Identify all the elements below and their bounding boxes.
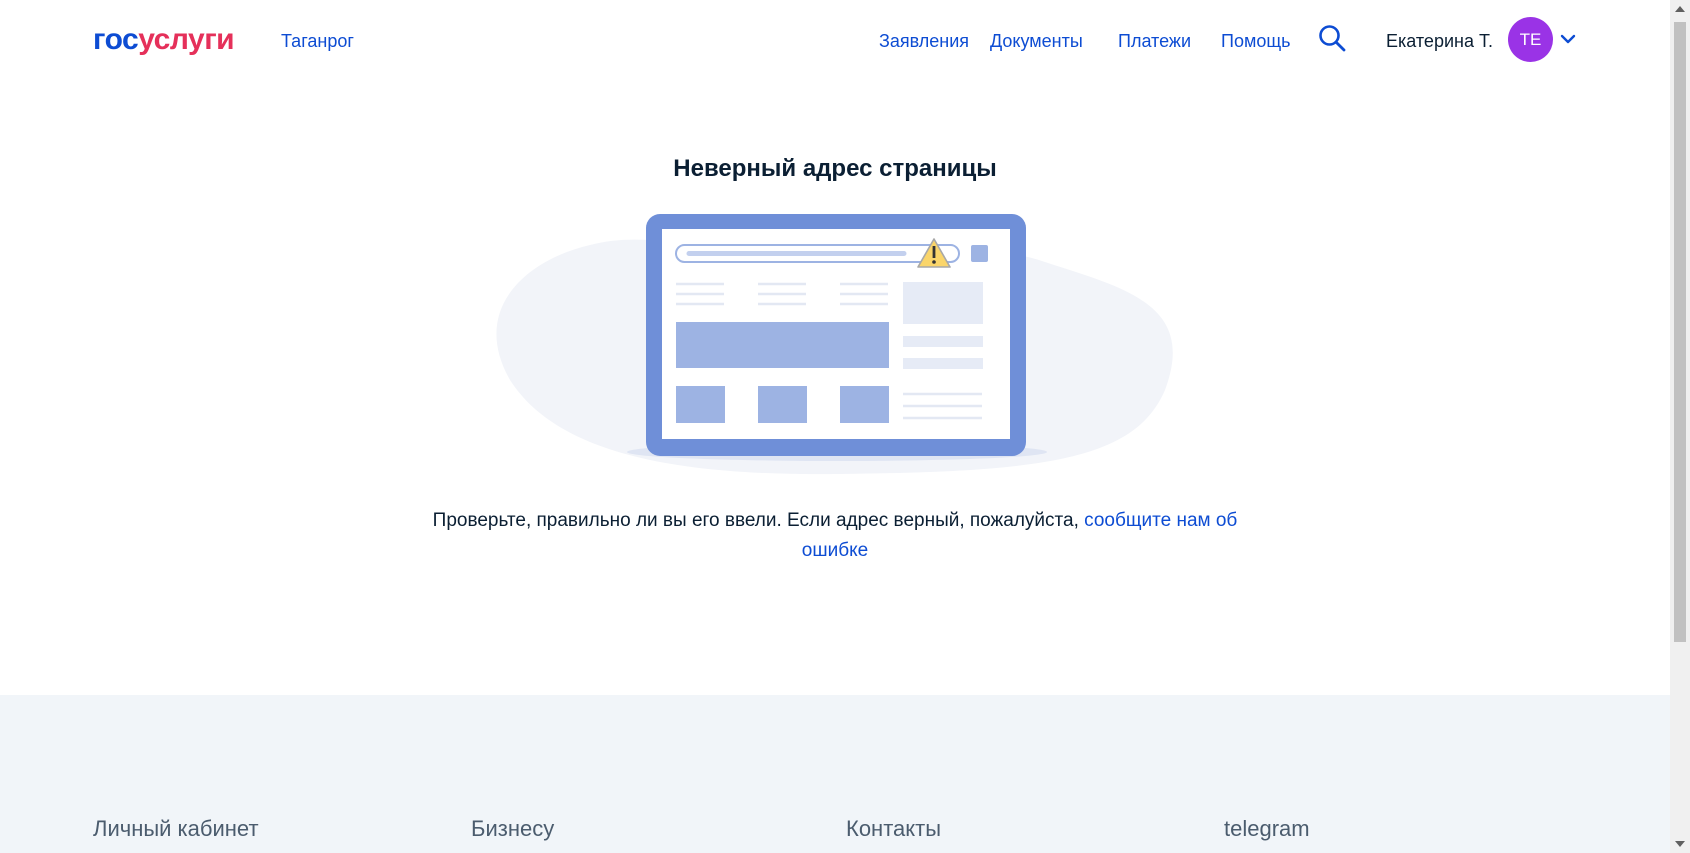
nav-documents[interactable]: Документы (990, 29, 1083, 53)
nav-payments[interactable]: Платежи (1118, 29, 1191, 53)
scrollbar-thumb[interactable] (1674, 22, 1686, 642)
logo-part-uslugi: услуги (138, 23, 235, 56)
gosuslugi-logo[interactable]: госуслуги (93, 20, 235, 60)
footer-link-personal-account[interactable]: Личный кабинет (93, 814, 259, 844)
nav-applications[interactable]: Заявления (879, 29, 969, 53)
header: госуслуги Таганрог Заявления Документы П… (0, 0, 1670, 80)
chevron-down-icon[interactable] (1559, 30, 1577, 48)
logo-part-gos: гос (93, 23, 139, 56)
scroll-up-arrow-icon[interactable] (1670, 0, 1690, 18)
user-name[interactable]: Екатерина Т. (1386, 29, 1493, 53)
footer-link-telegram[interactable]: telegram (1224, 814, 1310, 844)
scrollbar[interactable] (1670, 0, 1690, 853)
illustration-button (971, 245, 988, 262)
illustration-side-bar-2 (903, 358, 983, 369)
illustration-tile-1 (676, 386, 725, 423)
footer-link-contacts[interactable]: Контакты (846, 814, 941, 844)
error-message-text: Проверьте, правильно ли вы его ввели. Ес… (432, 510, 1085, 531)
page: госуслуги Таганрог Заявления Документы П… (0, 0, 1670, 853)
error-illustration (496, 214, 1173, 475)
illustration-hero-block (676, 322, 889, 368)
search-icon[interactable] (1318, 24, 1346, 52)
page-title: Неверный адрес страницы (673, 155, 997, 182)
city-selector[interactable]: Таганрог (281, 29, 354, 53)
avatar[interactable]: ТЕ (1508, 17, 1553, 62)
error-message: Проверьте, правильно ли вы его ввели. Ес… (420, 506, 1250, 566)
footer-link-business[interactable]: Бизнесу (471, 814, 554, 844)
illustration-tile-2 (758, 386, 807, 423)
illustration-side-bar-1 (903, 336, 983, 347)
scroll-down-arrow-icon[interactable] (1670, 835, 1690, 853)
nav-help[interactable]: Помощь (1221, 29, 1291, 53)
illustration-side-box (903, 282, 983, 324)
illustration-tile-3 (840, 386, 889, 423)
